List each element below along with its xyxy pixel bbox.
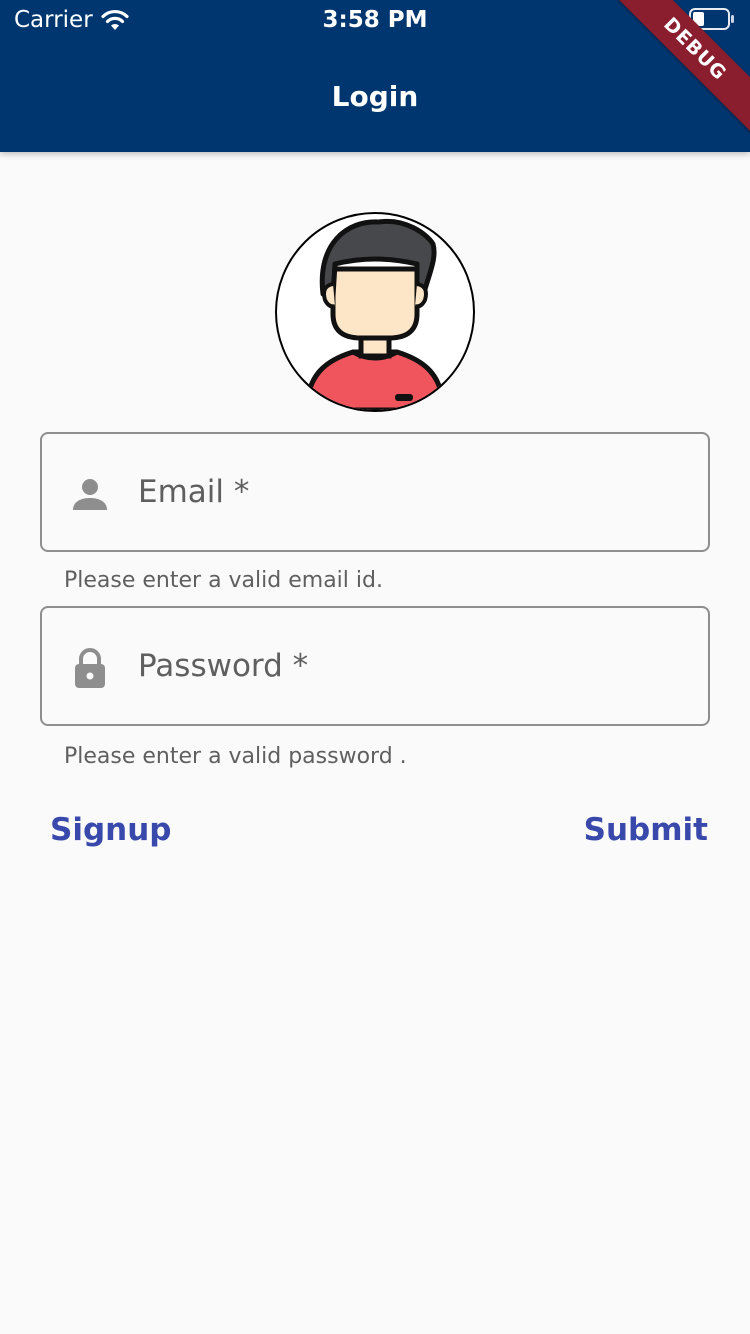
person-icon	[73, 479, 107, 510]
app-bar: Carrier 3:58 PM Login DEBUG	[0, 0, 750, 152]
user-avatar-icon	[304, 218, 446, 410]
email-label: Email *	[138, 474, 250, 510]
password-label: Password *	[138, 648, 309, 684]
password-field[interactable]: Password *	[40, 606, 710, 726]
submit-button[interactable]: Submit	[584, 812, 708, 848]
email-field[interactable]: Email *	[40, 432, 710, 552]
lock-icon	[75, 648, 105, 688]
email-helper-text: Please enter a valid email id.	[64, 568, 383, 593]
password-helper-text: Please enter a valid password .	[64, 744, 407, 769]
page-title: Login	[331, 80, 419, 113]
signup-button[interactable]: Signup	[50, 812, 171, 848]
avatar	[275, 212, 475, 412]
